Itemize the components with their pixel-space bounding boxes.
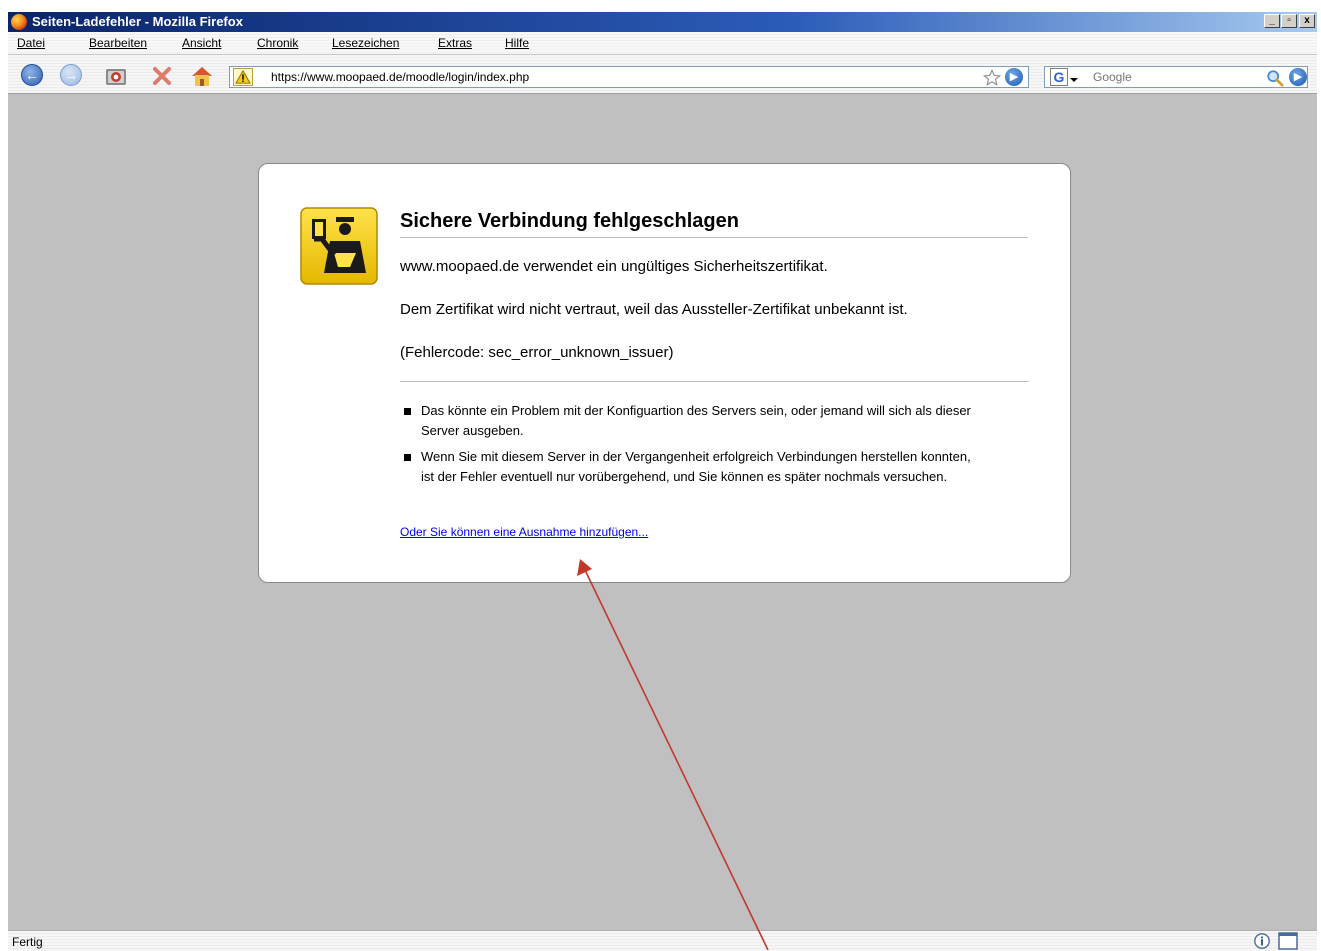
window-title: Seiten-Ladefehler - Mozilla Firefox: [32, 14, 243, 29]
search-bar[interactable]: G Google ▶: [1044, 66, 1308, 88]
menu-datei[interactable]: Datei: [17, 36, 45, 50]
google-icon[interactable]: G: [1050, 68, 1068, 86]
list-item: Wenn Sie mit diesem Server in der Vergan…: [404, 447, 984, 487]
page-content: Sichere Verbindung fehlgeschlagen www.mo…: [8, 94, 1317, 930]
search-input[interactable]: Google: [1093, 70, 1132, 84]
home-icon[interactable]: [190, 64, 214, 88]
search-icon[interactable]: [1266, 69, 1284, 87]
error-reason: Dem Zertifikat wird nicht vertraut, weil…: [400, 301, 908, 318]
info-icon[interactable]: [1253, 932, 1271, 950]
navigation-toolbar: ← → https://www.moopaed.de/moodle/login/…: [8, 55, 1317, 94]
list-item-text: Das könnte ein Problem mit der Konfiguar…: [421, 403, 971, 438]
search-go-icon[interactable]: ▶: [1289, 68, 1307, 86]
firefox-logo-icon: [11, 14, 27, 30]
menu-ansicht[interactable]: Ansicht: [182, 36, 221, 50]
stop-icon[interactable]: [150, 64, 174, 88]
error-code: (Fehlercode: sec_error_unknown_issuer): [400, 344, 674, 361]
warning-icon[interactable]: [233, 68, 253, 86]
go-icon[interactable]: ▶: [1005, 68, 1023, 86]
chevron-down-icon[interactable]: [1070, 78, 1078, 82]
forward-icon[interactable]: →: [60, 64, 82, 86]
reload-icon[interactable]: [104, 64, 128, 88]
url-text[interactable]: https://www.moopaed.de/moodle/login/inde…: [271, 70, 529, 84]
title-bar: Seiten-Ladefehler - Mozilla Firefox _ ▫ …: [8, 12, 1317, 32]
error-description: www.moopaed.de verwendet ein ungültiges …: [400, 258, 828, 275]
minimize-button[interactable]: _: [1264, 14, 1280, 28]
window-resize-icon[interactable]: [1278, 932, 1298, 950]
menu-chronik[interactable]: Chronik: [257, 36, 298, 50]
error-title: Sichere Verbindung fehlgeschlagen: [400, 210, 1028, 238]
menu-extras[interactable]: Extras: [438, 36, 472, 50]
divider: [400, 381, 1029, 382]
error-dialog: Sichere Verbindung fehlgeschlagen www.mo…: [258, 163, 1071, 583]
back-icon[interactable]: ←: [21, 64, 43, 86]
menu-bar: Datei Bearbeiten Ansicht Chronik Lesezei…: [8, 32, 1317, 55]
close-button[interactable]: x: [1299, 14, 1315, 28]
bullet-icon: [404, 454, 411, 461]
bookmark-star-icon[interactable]: [983, 69, 1001, 87]
browser-window: Seiten-Ladefehler - Mozilla Firefox _ ▫ …: [8, 12, 1317, 951]
status-text: Fertig: [12, 935, 43, 949]
bullet-icon: [404, 408, 411, 415]
status-bar: Fertig: [8, 930, 1317, 951]
menu-bearbeiten[interactable]: Bearbeiten: [89, 36, 147, 50]
maximize-button[interactable]: ▫: [1281, 14, 1297, 28]
add-exception-link[interactable]: Oder Sie können eine Ausnahme hinzufügen…: [400, 525, 648, 539]
list-item-text: Wenn Sie mit diesem Server in der Vergan…: [421, 449, 971, 484]
security-officer-icon: [300, 207, 378, 285]
list-item: Das könnte ein Problem mit der Konfiguar…: [404, 401, 984, 441]
menu-hilfe[interactable]: Hilfe: [505, 36, 529, 50]
url-bar[interactable]: https://www.moopaed.de/moodle/login/inde…: [229, 66, 1029, 88]
menu-lesezeichen[interactable]: Lesezeichen: [332, 36, 399, 50]
